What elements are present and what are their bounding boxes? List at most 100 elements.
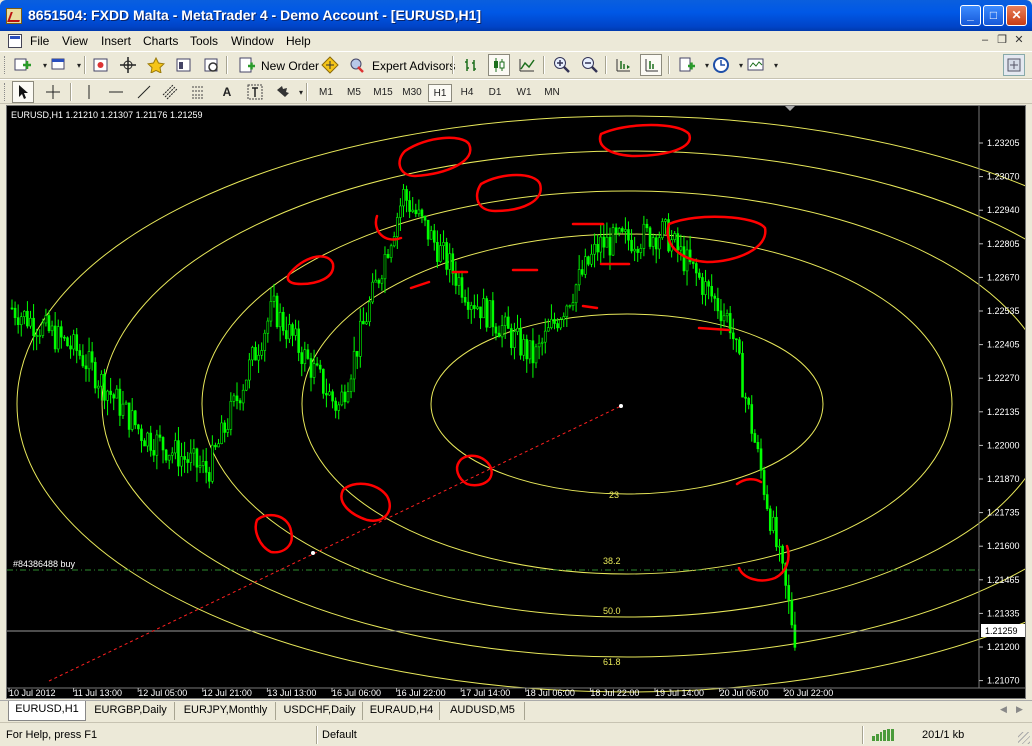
crosshair-icon[interactable] [42,81,64,103]
candle-body [408,200,411,212]
equidistant-channel-icon[interactable] [160,81,182,103]
user-account-icon[interactable] [1003,54,1025,76]
candle-body [229,400,233,430]
timeframe-m15-button[interactable]: M15 [369,84,397,102]
auto-scroll-icon[interactable] [612,54,634,76]
metatrader-app-icon[interactable] [6,8,22,24]
zoom-in-icon[interactable] [551,54,573,76]
menu-view[interactable]: View [62,34,88,48]
templates-icon[interactable] [745,54,767,76]
metaeditor-icon[interactable] [319,54,341,76]
dropdown-arrow-icon[interactable]: ▾ [290,81,312,103]
new-chart-icon[interactable] [12,54,34,76]
text-tool-icon[interactable]: A [216,81,238,103]
tab-eurjpy-monthly[interactable]: EURJPY,Monthly [176,702,276,720]
candle-body [494,326,498,334]
candle-body [334,400,337,411]
timeframe-h4-button[interactable]: H4 [455,84,479,102]
chart-shift-icon[interactable] [640,54,662,76]
tab-scroll-left-icon[interactable]: ◀ [1000,704,1007,715]
title-bar[interactable]: 8651504: FXDD Malta - MetaTrader 4 - Dem… [0,0,1032,31]
chart-shift-marker-icon[interactable] [785,106,795,111]
expert-advisors-label: Expert Advisors [372,59,456,73]
candle-body [429,230,433,240]
fibonacci-arc[interactable] [16,115,1025,693]
navigator-icon[interactable] [145,54,167,76]
candle-body [540,341,544,344]
trendline-icon[interactable] [133,81,155,103]
standard-toolbar: ▾ ▾ New Order Expert Advisors ▾ ▾ ▾ [0,51,1032,79]
mdi-close-button[interactable]: ✕ [1012,33,1026,47]
price-chart[interactable]: 23 38.2 50.0 61.8 1.23205 1.23070 1.22940 1.22… [7,106,1025,698]
tab-audusd-m5[interactable]: AUDUSD,M5 [441,702,525,720]
mdi-minimize-button[interactable]: – [978,33,992,47]
tab-eurusd-h1[interactable]: EURUSD,H1 [8,701,86,721]
market-watch-icon[interactable] [90,54,112,76]
tab-eurgbp-daily[interactable]: EURGBP,Daily [87,702,175,720]
toolbar-grip[interactable] [4,83,7,101]
menu-insert[interactable]: Insert [101,34,131,48]
toolbar-grip[interactable] [4,56,7,74]
menu-window[interactable]: Window [231,34,274,48]
line-chart-icon[interactable] [516,54,538,76]
vertical-line-icon[interactable] [78,81,100,103]
candle-body [657,237,661,250]
candle-body [513,331,516,348]
fibonacci-anchor-point[interactable] [619,404,623,408]
candle-body [223,422,226,433]
timeframe-m5-button[interactable]: M5 [341,84,367,102]
fibonacci-arcs[interactable] [16,115,1025,693]
candle-body [368,301,371,323]
timeframe-m1-button[interactable]: M1 [313,84,339,102]
tab-scroll-right-icon[interactable]: ▶ [1016,704,1023,715]
text-label-icon[interactable] [244,81,266,103]
profiles-icon[interactable] [48,54,70,76]
horizontal-line-icon[interactable] [105,81,127,103]
menu-file[interactable]: File [30,34,49,48]
chart-window[interactable]: 23 38.2 50.0 61.8 1.23205 1.23070 1.22940 1.22… [6,105,1026,699]
menu-charts[interactable]: Charts [143,34,178,48]
resize-grip-icon[interactable] [1018,732,1030,744]
timeframe-w1-button[interactable]: W1 [511,84,537,102]
strategy-tester-icon[interactable] [201,54,223,76]
candle-body [636,248,640,253]
fibonacci-anchor-point[interactable] [311,551,315,555]
menu-tools[interactable]: Tools [190,34,218,48]
indicators-icon[interactable] [676,54,698,76]
fibonacci-level-label: 23 [609,490,619,500]
fibonacci-trend-line[interactable] [48,405,622,682]
fibonacci-retracement-icon[interactable] [188,81,210,103]
timeframe-m30-button[interactable]: M30 [398,84,426,102]
menu-help[interactable]: Help [286,34,311,48]
chart-window-icon[interactable] [8,34,22,48]
price-tick-label: 1.22405 [987,340,1020,350]
terminal-icon[interactable] [173,54,195,76]
timeframe-h1-button[interactable]: H1 [428,84,452,102]
candle-body [451,253,455,274]
candle-body [457,277,461,286]
mdi-restore-button[interactable]: ❐ [995,33,1009,47]
maximize-button[interactable]: □ [983,5,1004,26]
tab-usdchf-daily[interactable]: USDCHF,Daily [277,702,363,720]
bar-chart-icon[interactable] [460,54,482,76]
timeframe-d1-button[interactable]: D1 [483,84,507,102]
periods-clock-icon[interactable] [710,54,732,76]
cursor-arrow-icon[interactable] [12,81,34,103]
zoom-out-icon[interactable] [579,54,601,76]
candle-body [186,459,189,463]
dropdown-arrow-icon[interactable]: ▾ [765,54,787,76]
annotation-stroke [735,478,763,486]
timeframe-mn-button[interactable]: MN [539,84,565,102]
candle-body [584,256,587,275]
candle-body [53,325,57,350]
fibonacci-arc[interactable] [301,233,953,575]
dropdown-arrow-icon[interactable]: ▾ [68,54,90,76]
candlesticks-icon[interactable] [488,54,510,76]
candle-body [47,315,51,332]
close-button[interactable]: ✕ [1006,5,1027,26]
data-window-icon[interactable] [117,54,139,76]
candle-body [719,310,723,322]
tab-euraud-h4[interactable]: EURAUD,H4 [364,702,440,720]
price-axis[interactable]: 1.23205 1.23070 1.22940 1.22805 1.22670 1.225… [979,138,1020,686]
minimize-button[interactable]: _ [960,5,981,26]
